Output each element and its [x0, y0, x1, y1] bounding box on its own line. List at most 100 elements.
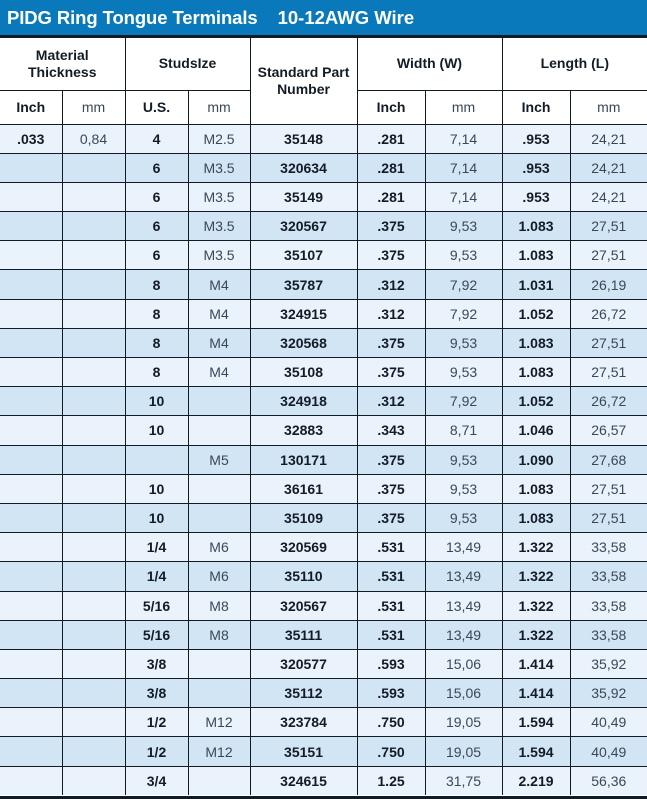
cell-length-inch: 1.046	[502, 415, 571, 446]
cell-material-thickness-inch	[0, 532, 63, 563]
cell-length-inch: 1.594	[502, 736, 571, 767]
cell-material-thickness-mm	[62, 269, 126, 300]
cell-material-thickness-inch	[0, 386, 63, 417]
cell-stud-size-us	[125, 445, 189, 475]
cell-stud-size-mm	[188, 649, 251, 680]
cell-material-thickness-mm: 0,84	[62, 124, 126, 154]
cell-length-mm: 33,58	[570, 532, 647, 563]
cell-stud-size-mm: M5	[188, 445, 251, 475]
table-row: 3/4 324615 1.25 31,75 2.219 56,36	[0, 766, 647, 796]
cell-stud-size-mm: M4	[188, 269, 251, 300]
cell-width-inch: .593	[357, 678, 426, 709]
cell-length-inch: 1.083	[502, 240, 571, 271]
cell-length-mm: 27,51	[570, 240, 647, 271]
cell-material-thickness-inch	[0, 415, 63, 446]
table-row: .033 0,84 4 M2.5 35148.281 7,14.953 24,21	[0, 124, 647, 154]
cell-material-thickness-mm	[62, 153, 126, 183]
subheader-width-inch: Inch	[357, 90, 426, 125]
cell-standard-part-number: 323784	[250, 707, 358, 738]
subheader-length-mm: mm	[570, 90, 647, 125]
table-row: 8 M4 35108.375 9,53 1.083 27,51	[0, 357, 647, 388]
cell-width-inch: .375	[357, 357, 426, 388]
cell-standard-part-number: 320634	[250, 153, 358, 183]
cell-width-inch: .281	[357, 182, 426, 213]
subheader-material-thickness-inch: Inch	[0, 90, 63, 125]
cell-width-mm: 7,14	[425, 153, 503, 183]
cell-material-thickness-mm	[62, 415, 126, 446]
cell-stud-size-us: 8	[125, 357, 189, 388]
title-banner: PIDG Ring Tongue Terminals 10-12AWG Wire	[0, 0, 647, 35]
cell-width-mm: 13,49	[425, 620, 503, 650]
cell-standard-part-number: 320568	[250, 328, 358, 359]
cell-stud-size-mm: M6	[188, 561, 251, 592]
cell-stud-size-mm	[188, 503, 251, 534]
cell-length-mm: 24,21	[570, 153, 647, 183]
cell-stud-size-mm: M2.5	[188, 124, 251, 154]
cell-length-mm: 24,21	[570, 124, 647, 154]
cell-length-mm: 26,72	[570, 386, 647, 417]
cell-width-inch: .281	[357, 124, 426, 154]
cell-material-thickness-mm	[62, 503, 126, 534]
cell-length-mm: 35,92	[570, 678, 647, 709]
cell-material-thickness-inch	[0, 328, 63, 359]
cell-stud-size-mm: M3.5	[188, 240, 251, 271]
cell-length-mm: 33,58	[570, 620, 647, 650]
cell-material-thickness-inch	[0, 269, 63, 300]
cell-standard-part-number: 324918	[250, 386, 358, 417]
cell-length-mm: 27,51	[570, 357, 647, 388]
cell-stud-size-us: 6	[125, 153, 189, 183]
table-row: M5 130171.375 9,53 1.090 27,68	[0, 445, 647, 475]
cell-material-thickness-mm	[62, 386, 126, 417]
cell-material-thickness-inch	[0, 445, 63, 475]
cell-length-inch: 1.052	[502, 299, 571, 329]
cell-width-inch: .750	[357, 736, 426, 767]
cell-length-mm: 26,57	[570, 415, 647, 446]
cell-material-thickness-inch	[0, 649, 63, 680]
cell-material-thickness-mm	[62, 474, 126, 504]
cell-stud-size-us: 8	[125, 269, 189, 300]
spec-sheet: PIDG Ring Tongue Terminals 10-12AWG Wire…	[0, 0, 647, 799]
cell-stud-size-us: 10	[125, 503, 189, 534]
cell-length-mm: 27,68	[570, 445, 647, 475]
cell-width-inch: .531	[357, 532, 426, 563]
cell-material-thickness-mm	[62, 445, 126, 475]
cell-stud-size-us: 8	[125, 299, 189, 329]
cell-length-inch: 1.322	[502, 591, 571, 621]
page-subtitle: 10-12AWG Wire	[277, 6, 415, 28]
cell-length-mm: 56,36	[570, 766, 647, 796]
cell-width-mm: 19,05	[425, 736, 503, 767]
cell-material-thickness-inch	[0, 474, 63, 504]
cell-length-mm: 35,92	[570, 649, 647, 680]
cell-width-inch: .343	[357, 415, 426, 446]
header-stud-size: StudsIze	[125, 38, 251, 91]
cell-standard-part-number: 35110	[250, 561, 358, 592]
cell-width-inch: .531	[357, 620, 426, 650]
table-row: 5/16 M8 320567.531 13,49 1.322 33,58	[0, 591, 647, 621]
cell-width-mm: 9,53	[425, 357, 503, 388]
cell-width-inch: .281	[357, 153, 426, 183]
cell-stud-size-mm: M4	[188, 328, 251, 359]
cell-width-inch: .375	[357, 445, 426, 475]
cell-standard-part-number: 35109	[250, 503, 358, 534]
cell-width-mm: 13,49	[425, 591, 503, 621]
cell-material-thickness-inch: .033	[0, 124, 63, 154]
cell-material-thickness-inch	[0, 503, 63, 534]
cell-standard-part-number: 35148	[250, 124, 358, 154]
cell-stud-size-mm: M8	[188, 620, 251, 650]
table-row: 8 M4 324915.312 7,92 1.052 26,72	[0, 299, 647, 329]
cell-width-inch: .375	[357, 474, 426, 504]
cell-material-thickness-mm	[62, 240, 126, 271]
cell-standard-part-number: 35111	[250, 620, 358, 650]
cell-width-mm: 7,92	[425, 299, 503, 329]
cell-material-thickness-inch	[0, 561, 63, 592]
cell-stud-size-us: 1/2	[125, 736, 189, 767]
header-length: Length (L)	[502, 38, 647, 91]
cell-material-thickness-inch	[0, 678, 63, 709]
cell-stud-size-mm: M8	[188, 591, 251, 621]
table-row: 1/4 M6 35110.531 13,49 1.322 33,58	[0, 561, 647, 592]
cell-length-inch: 1.083	[502, 211, 571, 242]
cell-stud-size-mm	[188, 678, 251, 709]
subheader-length-inch: Inch	[502, 90, 571, 125]
cell-width-mm: 19,05	[425, 707, 503, 738]
cell-length-inch: 1.414	[502, 678, 571, 709]
